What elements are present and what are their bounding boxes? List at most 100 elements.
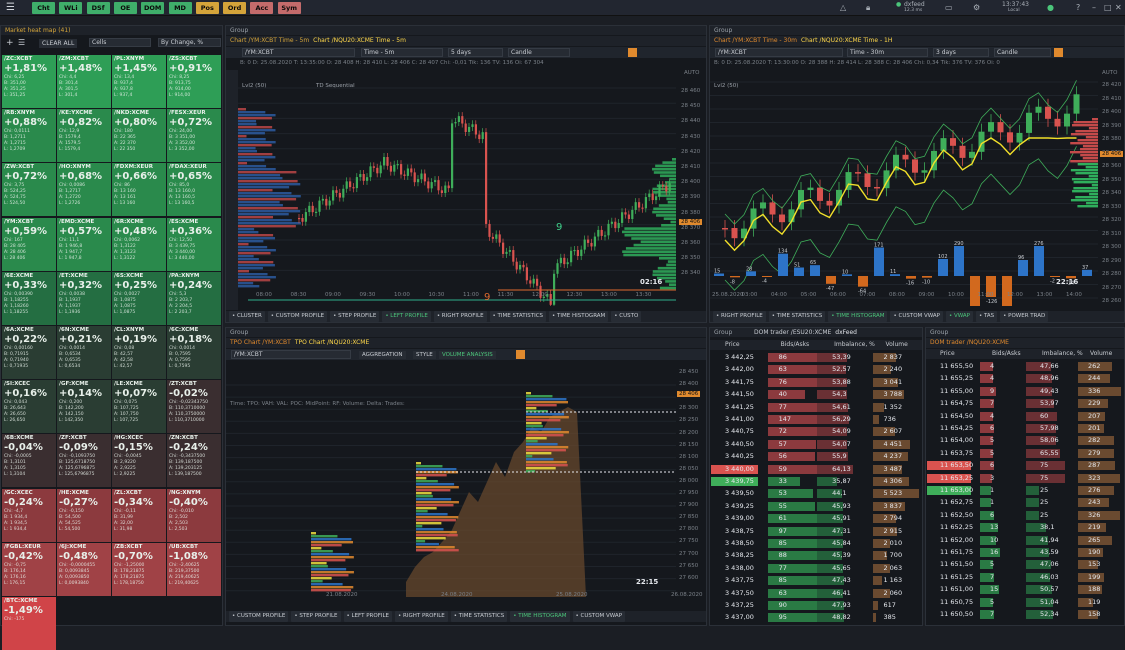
add-icon[interactable]: + [6,38,14,48]
dom-header-cell[interactable]: Volume [885,340,907,350]
dom-row[interactable]: 11 654,75 7 53,97 229 [926,398,1124,409]
close-icon[interactable]: ✕ [1115,3,1122,12]
lock-icon[interactable]: 🔒︎ [866,3,870,13]
chart-1-plot[interactable]: 99 [238,78,676,306]
dom-header-cell[interactable]: Bids/Asks [992,349,1021,359]
heatmap-cell[interactable]: /6C:XCME +0,18% Chi: 0,0014 B: 0,7595 A: 0,7… [167,326,221,379]
dom-row[interactable]: 3 437,50 63 46,41 2 060 [710,588,922,599]
dom-row[interactable]: 3 438,00 77 45,65 2 063 [710,563,922,574]
dom-row[interactable]: 11 651,25 7 46,03 199 [926,572,1124,583]
dom-row[interactable]: 11 655,00 9 49,43 336 [926,386,1124,397]
heatmap-cell[interactable]: /HO:XNYM +0,68% Chi: 0,0086 B: 1,2717 A: 1,2… [57,163,111,217]
chart-type-select-2[interactable]: Candle [994,48,1051,57]
dom-row[interactable]: 3 442,00 63 52,57 2 240 [710,364,922,375]
maximize-icon[interactable]: □ [1104,3,1112,12]
auto-scale-button[interactable]: AUTO [684,70,699,76]
heatmap-cell[interactable]: /ET:XCME +0,32% Chi: 0,0038 B: 1,1937 A: 1,1… [57,271,111,325]
toolbar-button-right-profile[interactable]: • RIGHT PROFILE [433,311,487,322]
dom-row[interactable]: 3 440,25 56 55,9 4 237 [710,451,922,462]
heatmap-cell[interactable]: /6J:XCME -0,48% Chi: -0,0000455 B: 0,009384… [57,542,111,596]
toolbar-button-custo[interactable]: • CUSTO [611,311,642,322]
aggregation-button[interactable]: AGGREGATION [359,351,406,359]
heatmap-cell[interactable]: /PA:XNYM +0,24% Chi: 5,3 B: 2 203,7 A: 2 204… [167,271,221,325]
period-select[interactable]: Time - 5m [361,48,443,57]
heatmap-cell[interactable]: /PL:XNYM +1,45% Chi: 13,4 B: 937,4 A: 937,8 L… [112,55,166,108]
search-icon-2[interactable] [1054,48,1063,57]
heatmap-cell[interactable]: /ZC:XCBT +1,81% Chi: 6,25 B: 351,00 A: 351,2… [2,55,56,108]
heatmap-cell[interactable]: /KE:YXCME +0,82% Chi: 12,9 B: 1579,4 A: 1579… [57,109,111,163]
view-mode-select[interactable]: Cells [89,38,151,47]
dom-row[interactable]: 3 442,25 86 53,39 2 837 [710,352,922,363]
tab-chart-nq-1h[interactable]: Chart /NQU20:XCME Time - 1H [801,37,892,44]
dom-header-cell[interactable]: Price [940,349,955,359]
dom-row[interactable]: 11 652,50 6 25 326 [926,510,1124,521]
dom-row[interactable]: 11 654,00 5 58,06 282 [926,435,1124,446]
dom-header-cell[interactable]: Volume [1090,349,1112,359]
module-button-dsf[interactable]: DSf [86,2,110,14]
dom-row[interactable]: 11 653,75 5 65,55 279 [926,448,1124,459]
user-icon[interactable]: ● [1047,3,1054,12]
heatmap-cell[interactable]: /6A:XCME +0,22% Chi: 0,00160 B: 0,71915 A: 0… [2,326,56,379]
heatmap-cell[interactable]: /NG:XNYM -0,40% Chi: -0,010 B: 2,502 A: 2,50… [167,488,221,542]
dom-row[interactable]: 11 650,75 5 51,04 119 [926,597,1124,608]
menu-icon[interactable]: ☰ [6,2,20,14]
heatmap-cell[interactable]: /NKD:XCME +0,80% Chi: 180 B: 22 365 A: 22 37… [112,109,166,163]
dom-row[interactable]: 3 439,50 53 44,1 5 523 [710,488,922,499]
dom-row[interactable]: 3 440,50 57 54,07 4 451 [710,439,922,450]
heatmap-cell[interactable]: /RB:XNYM +0,88% Chi: 0,0111 B: 1,2711 A: 1,2… [2,109,56,163]
dom-row[interactable]: 3 439,75 33 35,87 4 306 [710,476,922,487]
layout-icon[interactable]: ▭ [945,3,953,12]
auto-scale-button-2[interactable]: AUTO [1102,70,1117,76]
heatmap-cell[interactable]: /6N:XCME +0,21% Chi: 0,0014 B: 0,6534 A: 0,6… [57,326,111,379]
heatmap-cell[interactable]: /UB:XCBT -1,08% Chi: -2,40625 B: 219,37500 A… [167,542,221,596]
heatmap-cell[interactable]: /ES:XCME +0,36% Chi: 12,50 B: 3 439,75 A: 3 … [167,217,221,271]
tab-tpo-ym[interactable]: TPO Chart /YM:XCBT [230,339,291,346]
style-button[interactable]: STYLE [413,351,436,359]
module-button-wli[interactable]: WLi [59,2,83,14]
heatmap-cell[interactable]: /6B:XCME -0,04% Chi: -0,0005 B: 1,3101 A: 1,… [2,434,56,488]
toolbar-button-power-trad[interactable]: • POWER TRAD [1000,311,1049,322]
toolbar-button-vwap[interactable]: • VWAP [946,311,973,322]
heatmap-cell[interactable]: /ZS:XCBT +0,91% Chi: 8,25 B: 913,75 A: 914,0… [167,55,221,108]
dom-header-cell[interactable]: Imbalance, % [834,340,875,350]
volume-analysis-button[interactable]: VOLUME ANALYSIS [439,351,496,359]
dom-row[interactable]: 3 440,75 72 54,09 2 607 [710,426,922,437]
heatmap-cell[interactable]: /EMD:XCME +0,57% Chi: 11,1 B: 1 946,8 A: 1 9… [57,217,111,271]
heatmap-cell[interactable]: /FGBL:XEUR -0,42% Chi: -0,75 B: 176,14 A: 17… [2,542,56,596]
toolbar-button-custom-profile[interactable]: • CUSTOM PROFILE [229,611,289,622]
toolbar-button-custom-vwap[interactable]: • CUSTOM VWAP [572,611,626,622]
toolbar-button-time-histogram[interactable]: • TIME HISTOGRAM [510,611,570,622]
tab-chart-ym-30m[interactable]: Chart /YM:XCBT Time - 30m [714,37,797,44]
help-icon[interactable]: ? [1076,3,1080,12]
drawing-toolbar[interactable] [226,70,238,310]
dom-row[interactable]: 11 652,25 13 38,1 219 [926,522,1124,533]
dom-row[interactable]: 3 440,00 59 64,13 3 487 [710,464,922,475]
clear-all-button[interactable]: CLEAR ALL [39,39,78,48]
tab-chart-ym-5m[interactable]: Chart /YM:XCBT Time - 5m [230,37,309,44]
dom-row[interactable]: 3 441,25 77 54,61 1 352 [710,402,922,413]
tab-dom-feed[interactable]: dxFeed [835,329,857,336]
dom-row[interactable]: 3 441,00 147 56,29 736 [710,414,922,425]
dom-row[interactable]: 3 437,00 95 48,82 385 [710,612,922,623]
heatmap-cell[interactable]: /SI:XCEC +0,16% Chi: 0,043 B: 26,643 A: 26,6… [2,380,56,434]
dom-row[interactable]: 3 438,50 85 45,84 2 010 [710,538,922,549]
heatmap-cell[interactable]: /CL:XNYM +0,19% Chi: 0,08 B: 42,57 A: 42,58 L… [112,326,166,379]
heatmap-cell[interactable]: /FDXM:XEUR +0,66% Chi: 86 B: 13 160 A: 13 16… [112,163,166,217]
dom-row[interactable]: 11 655,50 4 47,66 262 [926,361,1124,372]
dom-row[interactable]: 3 439,25 55 45,93 3 837 [710,501,922,512]
symbol-select-2[interactable]: /YM:XCBT [715,48,843,57]
dom-row[interactable]: 3 439,00 61 45,91 2 794 [710,513,922,524]
tab-dom-nq[interactable]: DOM trader /NQU20:XCME [930,339,1009,346]
sort-select[interactable]: By Change, % [158,38,221,47]
toolbar-button-right-profile[interactable]: • RIGHT PROFILE [713,311,766,322]
range-select-2[interactable]: 3 days [933,48,989,57]
chart-2-plot[interactable]: 15-828-413451 65-4710-6417111-16 -10102290… [710,78,1098,306]
minimize-icon[interactable]: – [1092,3,1096,12]
toolbar-button-time-statistics[interactable]: • TIME STATISTICS [450,611,508,622]
module-button-md[interactable]: MD [168,2,192,14]
heatmap-cell[interactable]: /YM:XCBT +0,59% Chi: 167 B: 28 405 A: 28 406… [2,217,56,271]
dom-row[interactable]: 11 654,50 4 60 207 [926,411,1124,422]
toolbar-button-left-profile[interactable]: • LEFT PROFILE [382,311,431,322]
heatmap-cell[interactable]: /LE:XCME +0,07% Chi: 0,075 B: 107,725 A: 107… [112,380,166,434]
dom-row[interactable]: 11 653,25 3 75 323 [926,473,1124,484]
